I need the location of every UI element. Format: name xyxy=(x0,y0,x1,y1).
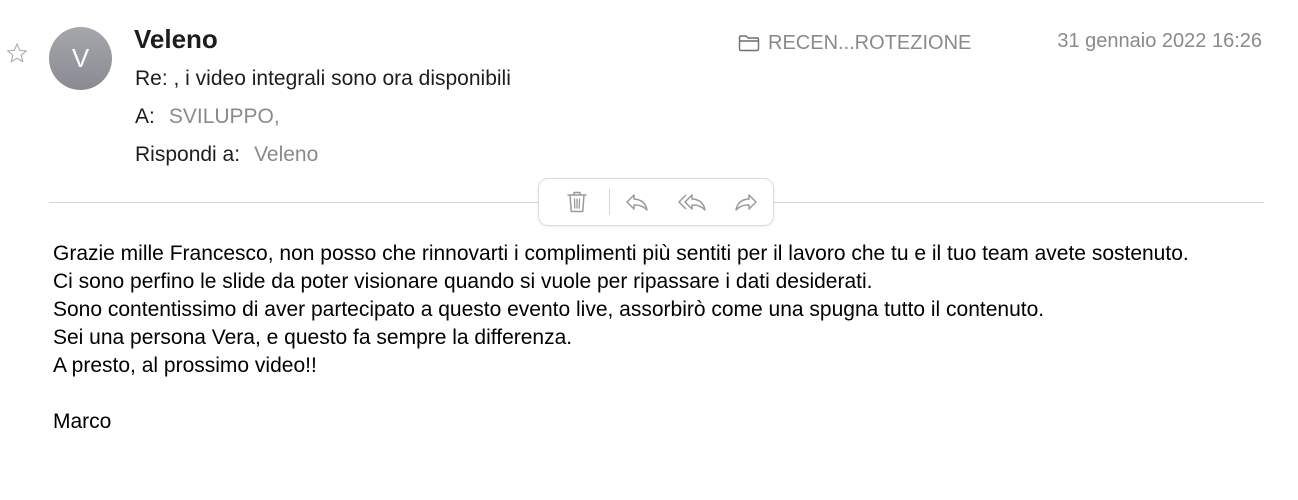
mailbox-location[interactable]: RECEN...ROTEZIONE xyxy=(738,30,971,56)
star-icon[interactable] xyxy=(6,42,28,64)
body-line: Sei una persona Vera, e questo fa sempre… xyxy=(53,326,573,349)
body-line: Ci sono perfino le slide da poter vision… xyxy=(53,270,873,293)
reply-all-icon xyxy=(678,194,706,211)
reply-to-address[interactable]: Veleno xyxy=(254,143,318,166)
mailbox-name: RECEN...ROTEZIONE xyxy=(768,31,972,54)
sender-name: Veleno xyxy=(134,24,218,54)
reply-to-label: Rispondi a: xyxy=(135,143,241,166)
message-body: Grazie mille Francesco, non posso che ri… xyxy=(53,240,1273,436)
reply-button[interactable] xyxy=(621,187,653,217)
body-line: Grazie mille Francesco, non posso che ri… xyxy=(53,242,1189,265)
reply-icon xyxy=(626,194,648,211)
to-label: A: xyxy=(135,105,155,128)
reply-to-row: Rispondi a: Veleno xyxy=(135,143,318,167)
signature: Marco xyxy=(53,410,112,433)
avatar: V xyxy=(49,27,112,90)
subject: Re: , i video integrali sono ora disponi… xyxy=(135,67,511,90)
to-row: A: SVILUPPO, xyxy=(135,105,280,129)
trash-icon xyxy=(567,191,587,213)
forward-button[interactable] xyxy=(730,187,762,217)
message-date: 31 gennaio 2022 16:26 xyxy=(1057,30,1262,52)
body-line: A presto, al prossimo video!! xyxy=(53,354,317,377)
forward-icon xyxy=(735,194,757,211)
message-action-toolbar xyxy=(538,178,774,226)
body-line: Sono contentissimo di aver partecipato a… xyxy=(53,298,1045,321)
reply-all-button[interactable] xyxy=(676,187,708,217)
delete-button[interactable] xyxy=(561,187,593,217)
folder-icon xyxy=(738,35,760,52)
toolbar-separator xyxy=(609,189,610,215)
to-recipient[interactable]: SVILUPPO, xyxy=(169,105,280,128)
